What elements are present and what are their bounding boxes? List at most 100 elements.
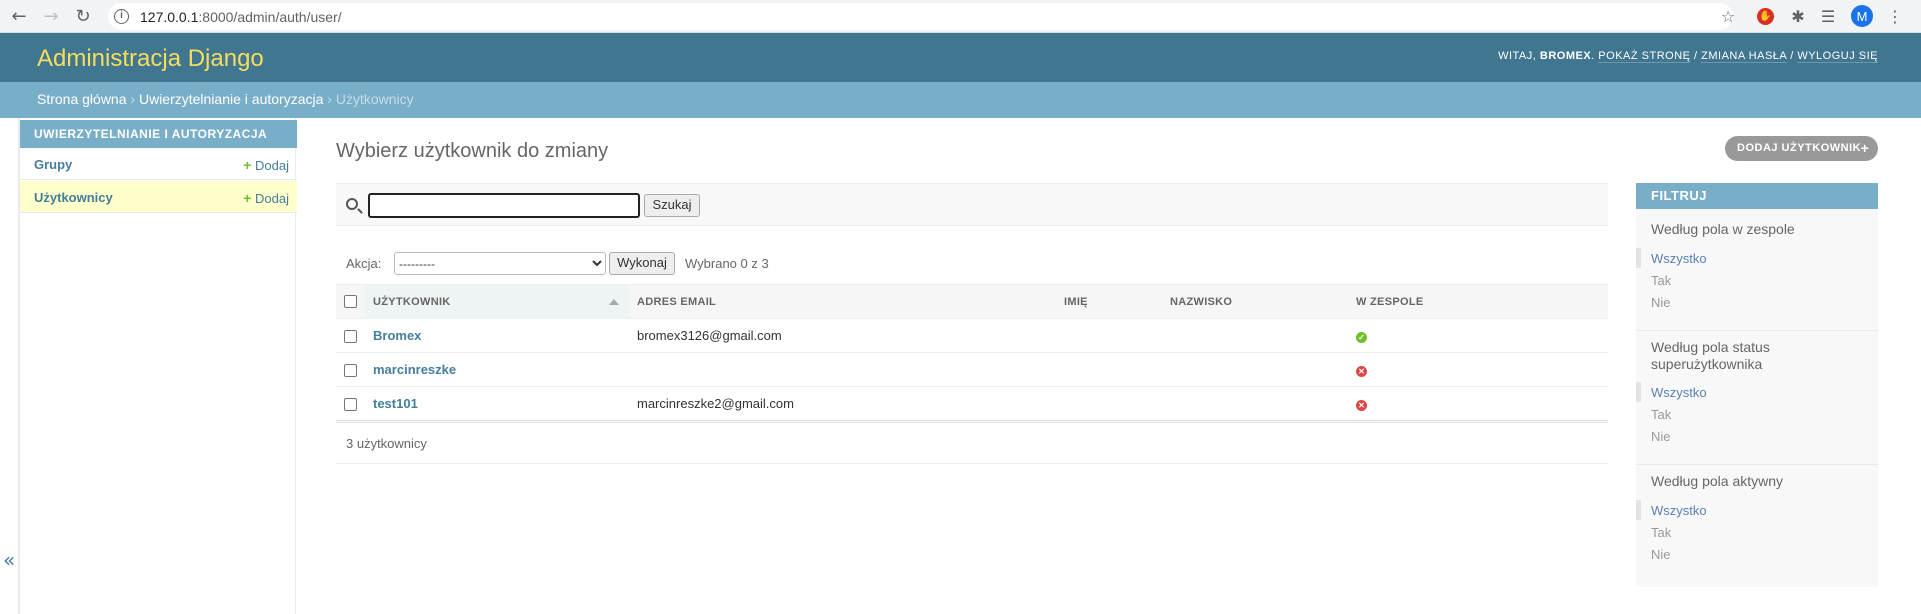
filter-group-superuser: Według pola status superużytkownika Wszy… xyxy=(1636,339,1878,465)
filter-option-yes[interactable]: Tak xyxy=(1651,525,1671,540)
actions-bar: Akcja: --------- Wykonaj Wybrano 0 z 3 xyxy=(336,250,1608,276)
row-checkbox[interactable] xyxy=(344,398,357,412)
yes-check-icon: ✓ xyxy=(1356,332,1367,343)
profile-avatar[interactable]: M xyxy=(1851,5,1873,27)
back-icon[interactable]: ← xyxy=(6,3,32,29)
email-cell: bromex3126@gmail.com xyxy=(629,318,1056,353)
media-control-icon[interactable]: ☰ xyxy=(1816,4,1840,28)
extensions-puzzle-icon[interactable]: ✱ xyxy=(1786,4,1810,28)
filter-option-no[interactable]: Nie xyxy=(1651,429,1671,444)
filter-group-title: Według pola aktywny xyxy=(1651,473,1784,489)
add-user-button[interactable]: DODAJ UŻYTKOWNIK + xyxy=(1725,136,1878,161)
results-table: UŻYTKOWNIK ADRES EMAIL IMIĘ NAZWISKO W Z… xyxy=(336,284,1608,421)
search-toolbar: Szukaj xyxy=(336,183,1608,226)
first-name-cell xyxy=(1056,318,1162,353)
breadcrumb-home[interactable]: Strona główna xyxy=(37,91,127,107)
filter-caption: FILTRUJ xyxy=(1636,183,1878,209)
staff-cell: ✓ xyxy=(1348,318,1608,353)
row-select-cell xyxy=(336,352,365,387)
add-plus-icon: + xyxy=(243,157,252,173)
column-header-staff[interactable]: W ZESPOLE xyxy=(1348,284,1608,319)
row-checkbox[interactable] xyxy=(344,330,357,344)
sidebar-item-label[interactable]: Grupy xyxy=(34,157,72,172)
paginator: 3 użytkownicy xyxy=(336,422,1608,464)
user-tools: WITAJ, BROMEX. POKAŻ STRONĘ / ZMIANA HAS… xyxy=(1498,50,1878,63)
no-cross-icon: ✕ xyxy=(1356,366,1367,377)
breadcrumb: Strona główna › Uwierzytelnianie i autor… xyxy=(0,82,1921,118)
search-button[interactable]: Szukaj xyxy=(644,194,700,217)
first-name-cell xyxy=(1056,386,1162,421)
last-name-cell xyxy=(1162,318,1348,353)
sidebar-collapse-toggle[interactable]: « xyxy=(3,548,15,572)
user-link[interactable]: marcinreszke xyxy=(373,362,456,377)
table-row: marcinreszke ✕ xyxy=(336,352,1608,387)
table-row: test101 marcinreszke2@gmail.com ✕ xyxy=(336,386,1608,421)
filter-option-yes[interactable]: Tak xyxy=(1651,407,1671,422)
add-plus-icon: + xyxy=(243,190,252,206)
row-select-cell xyxy=(336,386,365,421)
table-row: Bromex bromex3126@gmail.com ✓ xyxy=(336,318,1608,353)
sidebar-add-groups-link[interactable]: + Dodaj xyxy=(243,157,289,173)
sidebar-item-groups: Grupy + Dodaj xyxy=(20,148,297,180)
sort-ascending-icon[interactable] xyxy=(609,299,619,305)
filter-group-title: Według pola status superużytkownika xyxy=(1651,339,1770,372)
reload-icon[interactable]: ↻ xyxy=(70,3,96,29)
filter-option-all[interactable]: Wszystko xyxy=(1636,248,1707,268)
sidebar-item-label[interactable]: Użytkownicy xyxy=(34,190,113,205)
bookmark-star-icon[interactable]: ☆ xyxy=(1716,4,1740,28)
results-table-wrapper: UŻYTKOWNIK ADRES EMAIL IMIĘ NAZWISKO W Z… xyxy=(336,284,1608,421)
user-link[interactable]: Bromex xyxy=(373,328,421,343)
sidebar-add-users-link[interactable]: + Dodaj xyxy=(243,190,289,206)
current-username: BROMEX xyxy=(1539,50,1592,62)
site-branding[interactable]: Administracja Django xyxy=(37,45,264,73)
column-header-last-name[interactable]: NAZWISKO xyxy=(1162,284,1348,319)
browser-toolbar: ← → ↻ i 127.0.0.1:8000/admin/auth/user/ … xyxy=(0,0,1921,33)
filter-group-staff: Według pola w zespole Wszystko Tak Nie xyxy=(1636,221,1878,331)
welcome-text: WITAJ, xyxy=(1498,50,1537,62)
column-header-username[interactable]: UŻYTKOWNIK xyxy=(365,284,629,319)
logout-link[interactable]: WYLOGUJ SIĘ xyxy=(1797,50,1878,63)
filter-group-title: Według pola w zespole xyxy=(1651,221,1795,237)
admin-header: Administracja Django WITAJ, BROMEX. POKA… xyxy=(0,33,1921,82)
add-plus-icon: + xyxy=(1860,140,1870,156)
view-site-link[interactable]: POKAŻ STRONĘ xyxy=(1598,50,1691,63)
search-icon xyxy=(346,198,358,210)
column-header-email[interactable]: ADRES EMAIL xyxy=(629,284,1056,319)
staff-cell: ✕ xyxy=(1348,386,1608,421)
page-title: Wybierz użytkownik do zmiany xyxy=(336,140,609,162)
select-all-header xyxy=(336,284,365,319)
sidebar-module-caption[interactable]: UWIERZYTELNIANIE I AUTORYZACJA xyxy=(20,120,297,148)
email-cell: marcinreszke2@gmail.com xyxy=(629,386,1056,421)
run-action-button[interactable]: Wykonaj xyxy=(609,252,675,275)
selection-counter: Wybrano 0 z 3 xyxy=(685,256,769,271)
forward-icon[interactable]: → xyxy=(38,3,64,29)
select-all-checkbox[interactable] xyxy=(344,295,357,308)
username-cell: marcinreszke xyxy=(365,352,629,387)
search-input[interactable] xyxy=(368,193,640,218)
sidebar-item-users: Użytkownicy + Dodaj xyxy=(20,181,297,213)
column-header-first-name[interactable]: IMIĘ xyxy=(1056,284,1162,319)
nav-sidebar: UWIERZYTELNIANIE I AUTORYZACJA Grupy + D… xyxy=(18,118,297,614)
adblock-extension-icon[interactable]: ✋ xyxy=(1757,8,1774,25)
browser-menu-icon[interactable]: ⋮ xyxy=(1883,4,1907,28)
url-text[interactable]: 127.0.0.1:8000/admin/auth/user/ xyxy=(140,9,342,25)
breadcrumb-app[interactable]: Uwierzytelnianie i autoryzacja xyxy=(139,91,323,107)
row-checkbox[interactable] xyxy=(344,364,357,378)
site-info-icon[interactable]: i xyxy=(114,9,129,24)
address-bar[interactable]: i 127.0.0.1:8000/admin/auth/user/ xyxy=(108,3,1733,30)
filter-option-all[interactable]: Wszystko xyxy=(1636,382,1707,402)
last-name-cell xyxy=(1162,386,1348,421)
filter-option-yes[interactable]: Tak xyxy=(1651,273,1671,288)
staff-cell: ✕ xyxy=(1348,352,1608,387)
change-password-link[interactable]: ZMIANA HASŁA xyxy=(1701,50,1787,63)
email-cell xyxy=(629,352,1056,387)
action-select[interactable]: --------- xyxy=(394,252,606,275)
filter-option-all[interactable]: Wszystko xyxy=(1636,500,1707,520)
filter-group-active: Według pola aktywny Wszystko Tak Nie xyxy=(1636,473,1878,583)
filter-option-no[interactable]: Nie xyxy=(1651,295,1671,310)
table-header-row: UŻYTKOWNIK ADRES EMAIL IMIĘ NAZWISKO W Z… xyxy=(336,284,1608,319)
filter-option-no[interactable]: Nie xyxy=(1651,547,1671,562)
row-select-cell xyxy=(336,318,365,353)
first-name-cell xyxy=(1056,352,1162,387)
user-link[interactable]: test101 xyxy=(373,396,418,411)
